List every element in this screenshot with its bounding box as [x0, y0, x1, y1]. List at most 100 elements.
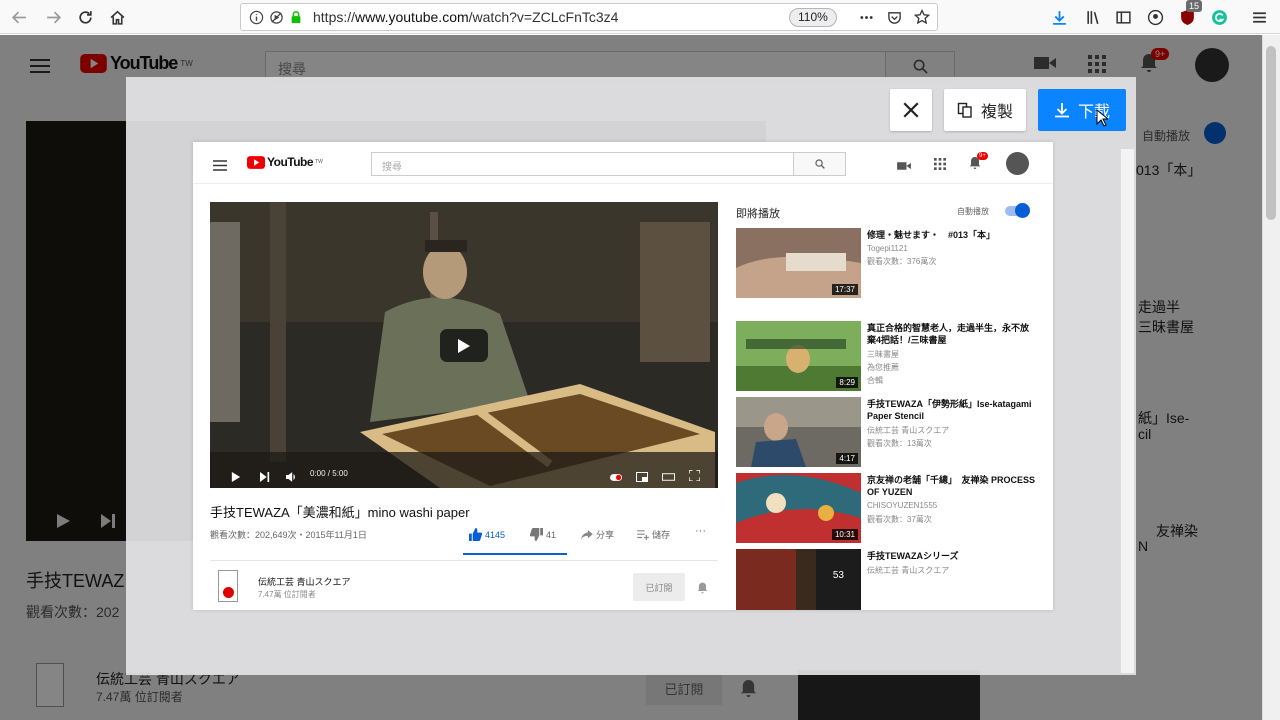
downloads-icon[interactable]: [1046, 4, 1072, 30]
rec-channel: CHISOYUZEN1555: [867, 501, 938, 510]
preview-search-box: 搜尋: [371, 152, 846, 176]
preview-header: YouTube TW 搜尋 9+: [193, 142, 1053, 184]
preview-scrollbar[interactable]: [1120, 149, 1134, 673]
preview-subscriber-count: 7.47萬 位訂閱者: [258, 590, 316, 599]
player-time: 0:00 / 5:00: [310, 469, 348, 478]
close-icon: [903, 102, 919, 118]
info-icon[interactable]: [247, 8, 265, 26]
preview-recommendation-5: 53 手技TEWAZAシリーズ 伝統工芸 青山スクエア: [736, 549, 1036, 610]
preview-yt-logo-region: TW: [315, 159, 323, 165]
preview-channel-name: 伝統工芸 青山スクエア: [258, 577, 351, 587]
play-icon: [458, 338, 470, 353]
preview-autoplay-toggle-knob: [1015, 203, 1030, 218]
rec-title: 修理・魅せます・ #013「本」: [867, 230, 996, 240]
rec-extra: 合輯: [867, 376, 883, 385]
player-fullscreen-icon: [688, 468, 701, 486]
share-icon: [581, 529, 593, 540]
grammarly-extension-icon[interactable]: [1206, 4, 1232, 30]
url-text[interactable]: https://www.youtube.com/watch?v=ZCLcFnTc…: [313, 9, 618, 25]
captured-page-preview: YouTube TW 搜尋 9+ 0:00 / 5:00 手技TEWAZA「美濃…: [193, 142, 1053, 610]
preview-subscribed-label: 已訂閱: [645, 582, 673, 593]
rec-duration: 4:17: [836, 453, 858, 464]
url-domain: www.youtube.com: [355, 9, 469, 25]
player-next-icon: [260, 469, 270, 487]
url-scheme: https://: [313, 9, 356, 25]
rec-title: 手技TEWAZAシリーズ: [867, 551, 959, 561]
autoplay-blocked-icon[interactable]: [267, 8, 285, 26]
page-scrollbar-thumb[interactable]: [1266, 46, 1276, 220]
preview-upload-icon: [897, 158, 911, 176]
rec-channel: 伝統工芸 青山スクエア: [867, 566, 950, 575]
preview-share-button: 分享: [581, 528, 614, 541]
rec-thumbnail: 8:29: [736, 321, 861, 391]
rec-playlist-count: 53: [832, 570, 844, 581]
preview-recommendation-2: 8:29 真正合格的智慧老人，走過半生，永不放棄4把話！/三味書屋 三昧書屋 為…: [736, 321, 1036, 391]
rec-views: 觀看次數：376萬次: [867, 257, 937, 266]
preview-video-title: 手技TEWAZA「美濃和紙」mino washi paper: [210, 505, 470, 520]
copy-button[interactable]: 複製: [944, 89, 1026, 131]
player-theater-icon: [662, 469, 675, 487]
preview-recommendation-4: 10:31 京友禅の老舗「千總」 友禅染 PROCESS OF YUZEN CH…: [736, 473, 1036, 543]
preview-up-next-heading: 即將播放: [736, 208, 780, 220]
home-icon[interactable]: [104, 4, 130, 30]
download-button[interactable]: 下載: [1038, 89, 1126, 131]
mouse-cursor-icon: [1096, 109, 1108, 127]
preview-search-placeholder: 搜尋: [382, 162, 402, 173]
thumb-up-icon: [469, 528, 482, 541]
library-icon[interactable]: [1080, 4, 1106, 30]
playlist-add-icon: [637, 529, 649, 540]
preview-recommendation-1: 17:37 修理・魅せます・ #013「本」 Togepi1121 觀看次數：3…: [736, 228, 1036, 298]
back-icon[interactable]: [6, 4, 32, 30]
preview-notification-count: 9+: [977, 152, 988, 160]
preview-view-count: 觀看次數：202,649次・2015年11月1日: [210, 530, 367, 540]
more-actions-icon[interactable]: [857, 8, 875, 26]
preview-more-icon: ···: [695, 525, 706, 537]
preview-share-label: 分享: [596, 530, 615, 540]
address-bar[interactable]: https://www.youtube.com/watch?v=ZCLcFnTc…: [240, 3, 938, 31]
preview-divider: [210, 560, 718, 561]
preview-save-button: 儲存: [637, 528, 670, 541]
rec-views: 為您推薦: [867, 363, 899, 372]
player-autoplay-icon: [610, 469, 622, 487]
pocket-icon[interactable]: [885, 8, 903, 26]
preview-autoplay-label: 自動播放: [957, 207, 989, 216]
extension-badge: 15: [1186, 0, 1203, 12]
rec-channel: Togepi1121: [867, 244, 908, 253]
close-button[interactable]: [890, 89, 932, 131]
preview-video-player: 0:00 / 5:00: [210, 202, 718, 488]
bookmark-star-icon[interactable]: [913, 8, 931, 26]
reload-icon[interactable]: [72, 4, 98, 30]
channel-logo-dot: [222, 587, 234, 598]
copy-label: 複製: [980, 104, 1013, 121]
rec-thumbnail: 53: [736, 549, 861, 610]
lock-icon[interactable]: [287, 8, 305, 26]
copy-icon: [957, 102, 972, 118]
preview-yt-logo-icon: [247, 155, 265, 169]
browser-toolbar: https://www.youtube.com/watch?v=ZCLcFnTc…: [0, 0, 1280, 34]
preview-channel-avatar: [218, 570, 238, 602]
rec-channel: 伝統工芸 青山スクエア: [867, 426, 950, 435]
rec-thumbnail: 17:37: [736, 228, 861, 298]
zoom-level-badge[interactable]: 110%: [789, 8, 837, 27]
preview-yt-logo: YouTube TW: [247, 155, 323, 169]
download-icon: [1054, 103, 1069, 118]
preview-search-icon: [814, 159, 825, 169]
forward-icon[interactable]: [40, 4, 66, 30]
url-path: /watch?v=ZCLcFnTc3z4: [468, 9, 619, 25]
sidebar-icon[interactable]: [1110, 4, 1136, 30]
preview-menu-icon: [213, 158, 227, 176]
player-miniplayer-icon: [636, 469, 648, 487]
rec-views: 觀看次數：37萬次: [867, 515, 932, 524]
preview-save-label: 儲存: [652, 530, 671, 540]
preview-avatar: [1006, 152, 1029, 175]
play-overlay-button: [440, 329, 488, 362]
preview-like-bar: [463, 553, 567, 555]
preview-recommendation-3: 4:17 手技TEWAZA「伊勢形紙」Ise-katagami Paper St…: [736, 397, 1036, 467]
rec-thumbnail: 10:31: [736, 473, 861, 543]
preview-dislike-button: 41: [530, 528, 556, 541]
hamburger-menu-icon[interactable]: [1246, 4, 1272, 30]
preview-apps-icon: [934, 157, 946, 175]
rec-channel: 三昧書屋: [867, 350, 899, 359]
player-volume-icon: [285, 469, 296, 487]
account-icon[interactable]: [1142, 4, 1168, 30]
